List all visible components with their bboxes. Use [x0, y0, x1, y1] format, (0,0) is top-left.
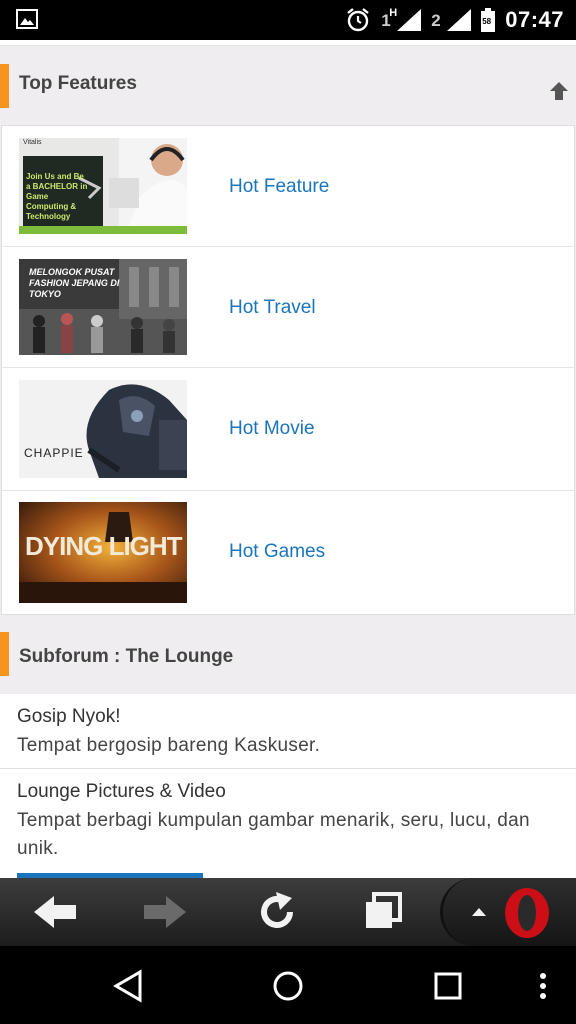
top-features-header[interactable]: Top Features: [0, 50, 576, 120]
web-page: Top Features Vitalis Join Us and Be a BA…: [0, 40, 576, 878]
top-features-list: Vitalis Join Us and Be a BACHELOR in Gam…: [1, 125, 575, 615]
signal-sim1-icon: 1 H: [381, 7, 422, 33]
subforum-item-title[interactable]: Gosip Nyok!: [17, 706, 120, 728]
back-arrow-icon[interactable]: [30, 888, 80, 936]
hot-movie-thumb-caption: CHAPPIE: [24, 446, 84, 460]
hot-games-thumbnail[interactable]: DYING LIGHT: [19, 502, 187, 603]
subforum-item-title[interactable]: Lounge Pictures & Video: [17, 781, 226, 803]
previous-section-edge: [0, 40, 576, 46]
network-type-label: H: [389, 7, 398, 19]
hot-feature-thumbnail[interactable]: Vitalis Join Us and Be a BACHELOR in Gam…: [19, 138, 187, 234]
caret-up-icon[interactable]: [471, 906, 487, 918]
nav-recents-icon[interactable]: [428, 968, 468, 1004]
battery-icon: 58: [481, 8, 496, 32]
feature-item-hot-feature[interactable]: Vitalis Join Us and Be a BACHELOR in Gam…: [2, 126, 574, 247]
section-accent-bar: [0, 64, 9, 108]
nav-back-icon[interactable]: [110, 968, 150, 1004]
hot-games-thumb-caption: DYING LIGHT: [25, 531, 183, 561]
battery-level: 58: [482, 17, 492, 26]
image-notification-icon: [16, 9, 38, 29]
feature-item-hot-games[interactable]: DYING LIGHT Hot Games: [2, 491, 574, 614]
hot-feature-link[interactable]: Hot Feature: [229, 176, 329, 198]
subforum-item-gosip-nyok[interactable]: Gosip Nyok! Tempat bergosip bareng Kasku…: [0, 694, 576, 769]
subforum-item-desc: Tempat berbagi kumpulan gambar menarik, …: [17, 810, 530, 859]
subforum-header[interactable]: Subforum : The Lounge: [0, 620, 576, 694]
clock: 07:47: [505, 7, 564, 32]
signal-sim2-icon: 2: [431, 7, 472, 33]
section-accent-bar: [0, 632, 9, 676]
subforum-title: Subforum : The Lounge: [19, 646, 234, 667]
hot-feature-thumb-brand: Vitalis: [23, 139, 42, 146]
top-features-title: Top Features: [19, 73, 137, 94]
subforum-item-desc: Tempat bergosip bareng Kaskuser.: [17, 735, 321, 756]
hot-feature-thumb-caption: Join Us and Be a BACHELOR in Game Comput…: [26, 172, 88, 221]
opera-logo-icon[interactable]: [501, 886, 553, 940]
reload-icon[interactable]: [252, 888, 302, 936]
hot-games-link[interactable]: Hot Games: [229, 541, 325, 563]
subforum-item-lounge-pictures[interactable]: Lounge Pictures & Video Tempat berbagi k…: [0, 769, 576, 878]
feature-item-hot-movie[interactable]: CHAPPIE Hot Movie: [2, 368, 574, 491]
hot-travel-link[interactable]: Hot Travel: [229, 297, 316, 319]
screen: 1 H 2 58 07:47 Top Features Vitalis Join…: [0, 0, 576, 1024]
forward-arrow-icon[interactable]: [140, 888, 190, 936]
feature-item-hot-travel[interactable]: MELONGOK PUSAT FASHION JEPANG DI TOKYO H…: [2, 247, 574, 368]
hot-movie-link[interactable]: Hot Movie: [229, 418, 315, 440]
status-bar: 1 H 2 58 07:47: [0, 0, 576, 40]
hot-travel-thumb-caption: MELONGOK PUSAT FASHION JEPANG DI TOKYO: [29, 267, 120, 299]
system-nav-bar: [0, 946, 576, 1024]
alarm-icon: [347, 8, 369, 32]
hot-travel-thumbnail[interactable]: MELONGOK PUSAT FASHION JEPANG DI TOKYO: [19, 259, 187, 355]
hot-movie-thumbnail[interactable]: CHAPPIE: [19, 380, 187, 478]
overflow-menu-icon[interactable]: [528, 968, 558, 1004]
browser-toolbar: [0, 878, 576, 946]
tabs-icon[interactable]: [358, 888, 408, 936]
nav-home-icon[interactable]: [268, 968, 308, 1004]
subforum-list: Gosip Nyok! Tempat bergosip bareng Kasku…: [0, 694, 576, 878]
sim2-label: 2: [431, 11, 441, 30]
collapse-arrow-up-icon[interactable]: [548, 80, 570, 102]
opera-menu-area[interactable]: [440, 878, 576, 946]
